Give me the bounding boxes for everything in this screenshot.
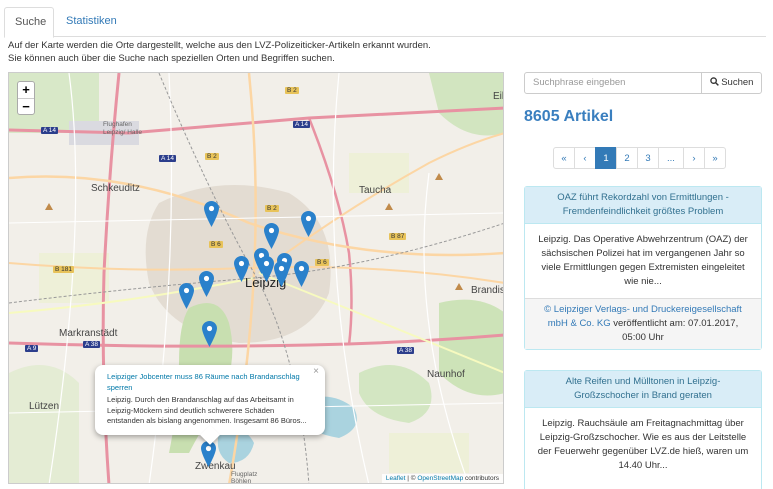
road-b2-2: B 2 <box>205 153 219 160</box>
label-markranstaedt: Markranstädt <box>59 328 118 339</box>
page-last[interactable]: » <box>704 147 726 169</box>
page-prev[interactable]: ‹ <box>574 147 596 169</box>
map[interactable]: + − Schkeuditz Leipzig Markranstädt Lütz… <box>8 72 504 484</box>
intro-text: Auf der Karte werden die Orte dargestell… <box>8 40 508 65</box>
article-text: Leipzig. Das Operative Abwehrzentrum (OA… <box>538 234 748 287</box>
map-marker-icon[interactable] <box>202 321 217 347</box>
search-icon <box>709 77 719 86</box>
map-marker-icon[interactable] <box>204 201 219 227</box>
article-title[interactable]: OAZ führt Rekordzahl von Ermittlungen - … <box>525 187 761 224</box>
road-a38-2: A 38 <box>397 347 415 354</box>
article-footer: © Leipziger Verlags- und Druckereigesell… <box>525 298 761 349</box>
page-ellipsis: ... <box>658 147 684 169</box>
label-taucha: Taucha <box>359 185 392 196</box>
tab-statistiken[interactable]: Statistiken <box>56 7 127 38</box>
page-next[interactable]: › <box>683 147 705 169</box>
leaflet-link[interactable]: Leaflet <box>386 475 406 482</box>
page-2[interactable]: 2 <box>616 147 638 169</box>
page-first[interactable]: « <box>553 147 575 169</box>
attribution-sep: | © <box>405 475 418 482</box>
intro-line-2: Sie können auch über die Suche nach spez… <box>8 52 335 64</box>
map-marker-icon[interactable] <box>234 256 249 282</box>
article-text: Leipzig. Rauchsäule am Freitagnachmittag… <box>537 418 749 471</box>
zoom-in-button[interactable]: + <box>18 82 34 98</box>
osm-link[interactable]: OpenStreetMap <box>417 475 463 482</box>
map-marker-icon[interactable] <box>274 261 289 287</box>
map-marker-icon[interactable] <box>259 256 274 282</box>
road-b6-2: B 6 <box>315 259 329 266</box>
map-marker-icon[interactable] <box>201 441 216 467</box>
popup-close-button[interactable]: × <box>313 366 319 378</box>
article-card: Alte Reifen und Mülltonen in Leipzig-Gro… <box>524 370 762 489</box>
road-b181: B 181 <box>53 266 74 273</box>
pagination: « ‹ 1 2 3 ... › » <box>553 147 726 169</box>
road-a38-1: A 38 <box>83 341 101 348</box>
result-count: 8605 Artikel <box>524 108 614 125</box>
article-title[interactable]: Alte Reifen und Mülltonen in Leipzig-Gro… <box>525 371 761 408</box>
page-1[interactable]: 1 <box>595 147 617 169</box>
road-b2-3: B 2 <box>265 205 279 212</box>
map-marker-icon[interactable] <box>301 211 316 237</box>
road-b6-1: B 6 <box>209 241 223 248</box>
map-marker-icon[interactable] <box>179 283 194 309</box>
intro-line-1: Auf der Karte werden die Orte dargestell… <box>8 40 431 51</box>
attribution-contributors: contributors <box>463 475 499 482</box>
popup-text: Leipzig. Durch den Brandanschlag auf das… <box>107 395 307 425</box>
label-eilen: Eilen <box>493 91 504 102</box>
article-card: OAZ führt Rekordzahl von Ermittlungen - … <box>524 186 762 350</box>
road-a9: A 9 <box>25 345 39 352</box>
map-marker-icon[interactable] <box>264 223 279 249</box>
road-b2-1: B 2 <box>285 87 299 94</box>
road-a14-1: A 14 <box>41 127 59 134</box>
label-naunhof: Naunhof <box>427 369 465 380</box>
road-a14-3: A 14 <box>293 121 311 128</box>
map-marker-icon[interactable] <box>294 261 309 287</box>
label-luetzen: Lützen <box>29 401 60 412</box>
label-schkeuditz: Schkeuditz <box>91 183 140 194</box>
search-input[interactable]: Suchphrase eingeben <box>524 72 702 94</box>
search-button[interactable]: Suchen <box>701 72 762 94</box>
road-a14-2: A 14 <box>159 155 177 162</box>
map-attribution: Leaflet | © OpenStreetMap contributors <box>381 474 503 483</box>
article-published: veröffentlicht am: 07.01.2017, 05:00 Uhr <box>613 318 739 343</box>
label-flugplatz: Flugplatz Böhlen <box>231 471 258 484</box>
road-b87: B 87 <box>389 233 407 240</box>
page-3[interactable]: 3 <box>637 147 659 169</box>
tab-bar: Suche Statistiken <box>4 6 766 38</box>
label-brandis: Brandis <box>471 285 504 296</box>
label-flughafen: Flughafen Leipzig/ Halle <box>103 121 143 136</box>
map-marker-icon[interactable] <box>199 271 214 297</box>
popup-title-link[interactable]: Leipziger Jobcenter muss 86 Räume nach B… <box>107 372 313 393</box>
search-button-label: Suchen <box>721 77 754 88</box>
tab-suche[interactable]: Suche <box>4 7 54 38</box>
zoom-out-button[interactable]: − <box>18 98 34 114</box>
map-popup: × Leipziger Jobcenter muss 86 Räume nach… <box>95 365 325 445</box>
zoom-control: + − <box>17 81 35 115</box>
